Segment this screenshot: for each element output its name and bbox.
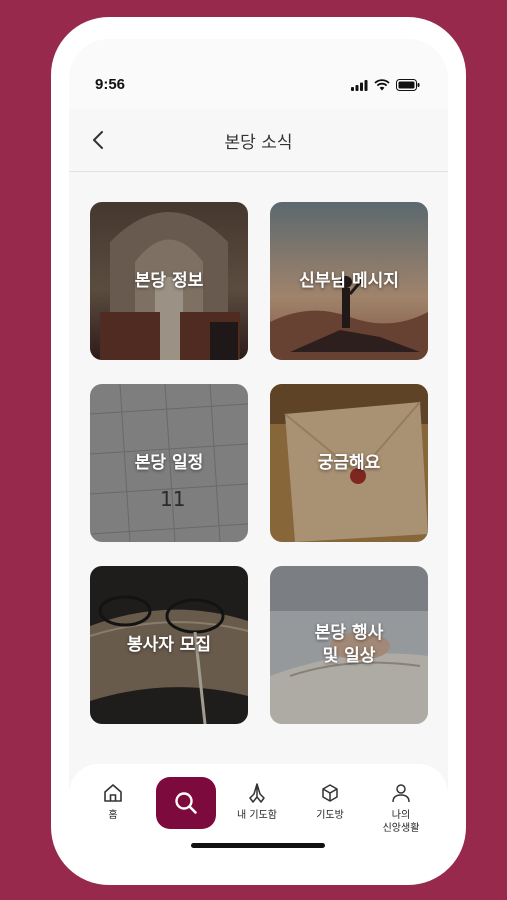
tab-label: 나의 신앙생활 (382, 810, 420, 834)
home-indicator (191, 843, 325, 848)
tab-label: 내 기도함 (237, 810, 277, 821)
card-label: 본당 일정 (134, 452, 204, 473)
tab-home[interactable]: 홈 (83, 782, 143, 822)
page-title: 본당 소식 (224, 133, 293, 153)
app-screen: 9:56 본당 소식 본당 정보 신부님 메시지 11 본당 일정 궁금해요 봉… (69, 39, 448, 863)
card-faq[interactable]: 궁금해요 (270, 384, 428, 542)
card-parish-info[interactable]: 본당 정보 (90, 202, 248, 360)
tab-my-prayers[interactable]: 내 기도함 (227, 782, 287, 822)
tab-my-faith-life[interactable]: 나의 신앙생활 (371, 782, 431, 835)
cube-icon (322, 784, 338, 802)
bottom-tab-bar: 홈 내 기도함 기도방 나의 신앙생활 (69, 764, 448, 863)
home-icon (104, 784, 122, 802)
card-volunteer-recruit[interactable]: 봉사자 모집 (90, 566, 248, 724)
praying-hands-icon (249, 783, 265, 803)
tab-prayer-room[interactable]: 기도방 (300, 782, 360, 822)
card-parish-events[interactable]: 본당 행사 및 일상 (270, 566, 428, 724)
card-label: 본당 행사 및 일상 (314, 623, 384, 666)
signal-icon (351, 79, 368, 91)
card-label: 봉사자 모집 (126, 634, 212, 655)
search-icon (175, 792, 197, 814)
tab-label: 기도방 (316, 810, 344, 821)
user-icon (392, 784, 410, 803)
page-header: 본당 소식 (69, 109, 448, 172)
card-parish-schedule[interactable]: 11 본당 일정 (90, 384, 248, 542)
tab-label: 홈 (108, 810, 118, 821)
card-priest-message[interactable]: 신부님 메시지 (270, 202, 428, 360)
phone-frame: 9:56 본당 소식 본당 정보 신부님 메시지 11 본당 일정 궁금해요 봉… (51, 17, 466, 885)
tab-search-button[interactable] (156, 777, 216, 829)
card-label: 궁금해요 (317, 452, 381, 473)
status-bar: 9:56 (69, 39, 448, 109)
card-label: 신부님 메시지 (299, 270, 399, 291)
status-time: 9:56 (95, 76, 126, 93)
card-label: 본당 정보 (134, 270, 204, 291)
wifi-icon (374, 79, 390, 91)
status-icons (351, 79, 420, 91)
battery-icon (396, 79, 420, 91)
